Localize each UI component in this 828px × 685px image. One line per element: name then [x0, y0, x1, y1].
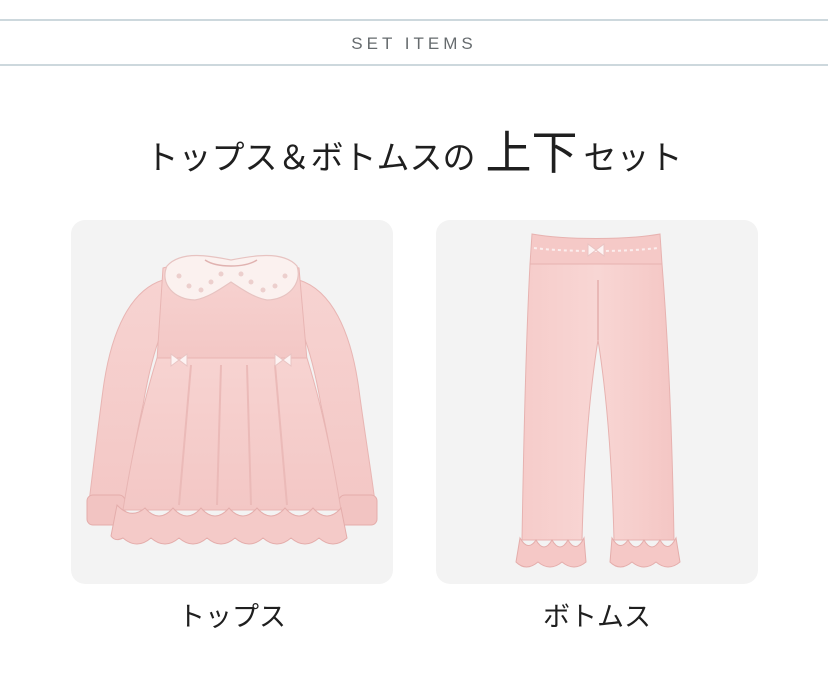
- pink-fleece-pants-image: [515, 233, 681, 568]
- headline-after: セット: [583, 138, 683, 177]
- section-title: SET ITEMS: [351, 34, 477, 53]
- tops-caption: トップス: [178, 602, 286, 633]
- headline-emphasis: 上下: [485, 126, 578, 180]
- tops-image-card[interactable]: [71, 220, 393, 584]
- header-bottom-rule: [0, 64, 828, 66]
- header-top-rule: [0, 19, 828, 21]
- pink-fleece-top-image: [86, 254, 378, 545]
- page-headline: トップス＆ボトムスの 上下 セット: [0, 118, 828, 188]
- bottoms-image-card[interactable]: [436, 220, 758, 584]
- bottoms-caption: ボトムス: [543, 602, 651, 633]
- headline-before: トップス＆ボトムスの: [145, 138, 476, 177]
